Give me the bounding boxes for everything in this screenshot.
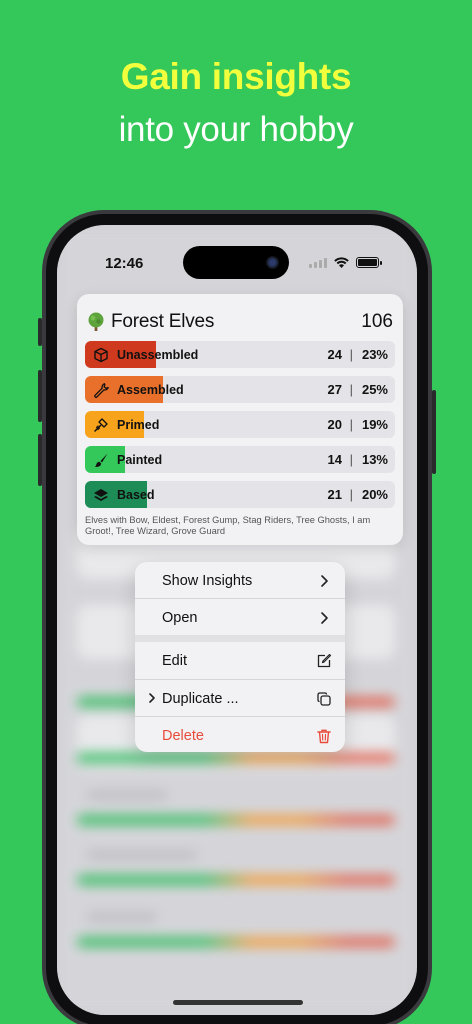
row-percent: 23% [361,347,388,362]
status-time: 12:46 [105,255,144,272]
menu-item-show-insights[interactable]: Show Insights [135,562,345,599]
duplicate-icon [317,692,331,706]
trash-icon [317,729,331,744]
tree-icon [88,312,104,331]
menu-item-label: Duplicate ... [162,690,239,707]
home-indicator[interactable] [173,1000,303,1005]
menu-item-label: Open [162,609,198,626]
row-count: 14 [327,452,342,467]
row-count: 24 [327,347,342,362]
row-percent: 20% [361,487,388,502]
row-label: Unassembled [117,348,199,362]
menu-item-open[interactable]: Open [135,599,345,636]
menu-item-label: Show Insights [162,572,253,589]
camera-icon [266,256,279,269]
row-separator: | [349,487,353,502]
row-label: Primed [117,418,160,432]
row-count: 21 [327,487,342,502]
wifi-icon [334,257,349,268]
menu-item-label: Edit [162,652,187,669]
chevron-right-icon [149,693,155,703]
signal-icon [309,257,327,268]
menu-item-label: Delete [162,727,204,744]
row-label: Painted [117,453,163,467]
card-title: Forest Elves [111,311,215,332]
row-percent: 25% [361,382,388,397]
status-row-assembled: Assembled 27 | 25% [85,376,395,403]
collection-preview-card[interactable]: Forest Elves 106 Unassembled 24 | 23% As… [77,294,403,545]
row-label: Based [117,488,155,502]
brush-icon [94,453,108,467]
card-description: Elves with Bow, Eldest, Forest Gump, Sta… [85,515,371,536]
row-count: 27 [327,382,342,397]
row-percent: 13% [361,452,388,467]
edit-icon [317,653,332,668]
context-menu: Show Insights Open Edit Duplicate ... De… [135,562,345,752]
screen: 12:46 Forest Elves 106 Unassembled 24 | … [57,225,417,1015]
status-row-unassembled: Unassembled 24 | 23% [85,341,395,368]
row-separator: | [349,382,353,397]
menu-item-duplicate[interactable]: Duplicate ... [135,680,345,717]
status-row-primed: Primed 20 | 19% [85,411,395,438]
layers-icon [94,489,108,501]
headline: Gain insights [120,56,352,97]
phone-frame: 12:46 Forest Elves 106 Unassembled 24 | … [38,210,436,1024]
menu-section-gap [135,635,345,642]
dynamic-island [183,246,289,279]
row-count: 20 [327,417,342,432]
wrench-icon [94,383,109,398]
status-row-based: Based 21 | 20% [85,481,395,508]
chevron-right-icon [321,575,328,587]
cube-icon [94,347,108,363]
card-total: 106 [361,311,393,332]
battery-icon [356,257,382,268]
subline: into your hobby [118,110,354,149]
row-percent: 19% [361,417,388,432]
row-separator: | [349,452,353,467]
menu-item-delete[interactable]: Delete [135,717,345,752]
row-separator: | [349,347,353,362]
spray-icon [94,418,108,432]
status-row-painted: Painted 14 | 13% [85,446,395,473]
row-separator: | [349,417,353,432]
chevron-right-icon [321,612,328,624]
status-icons [309,257,382,268]
menu-item-edit[interactable]: Edit [135,642,345,679]
row-label: Assembled [117,383,184,397]
